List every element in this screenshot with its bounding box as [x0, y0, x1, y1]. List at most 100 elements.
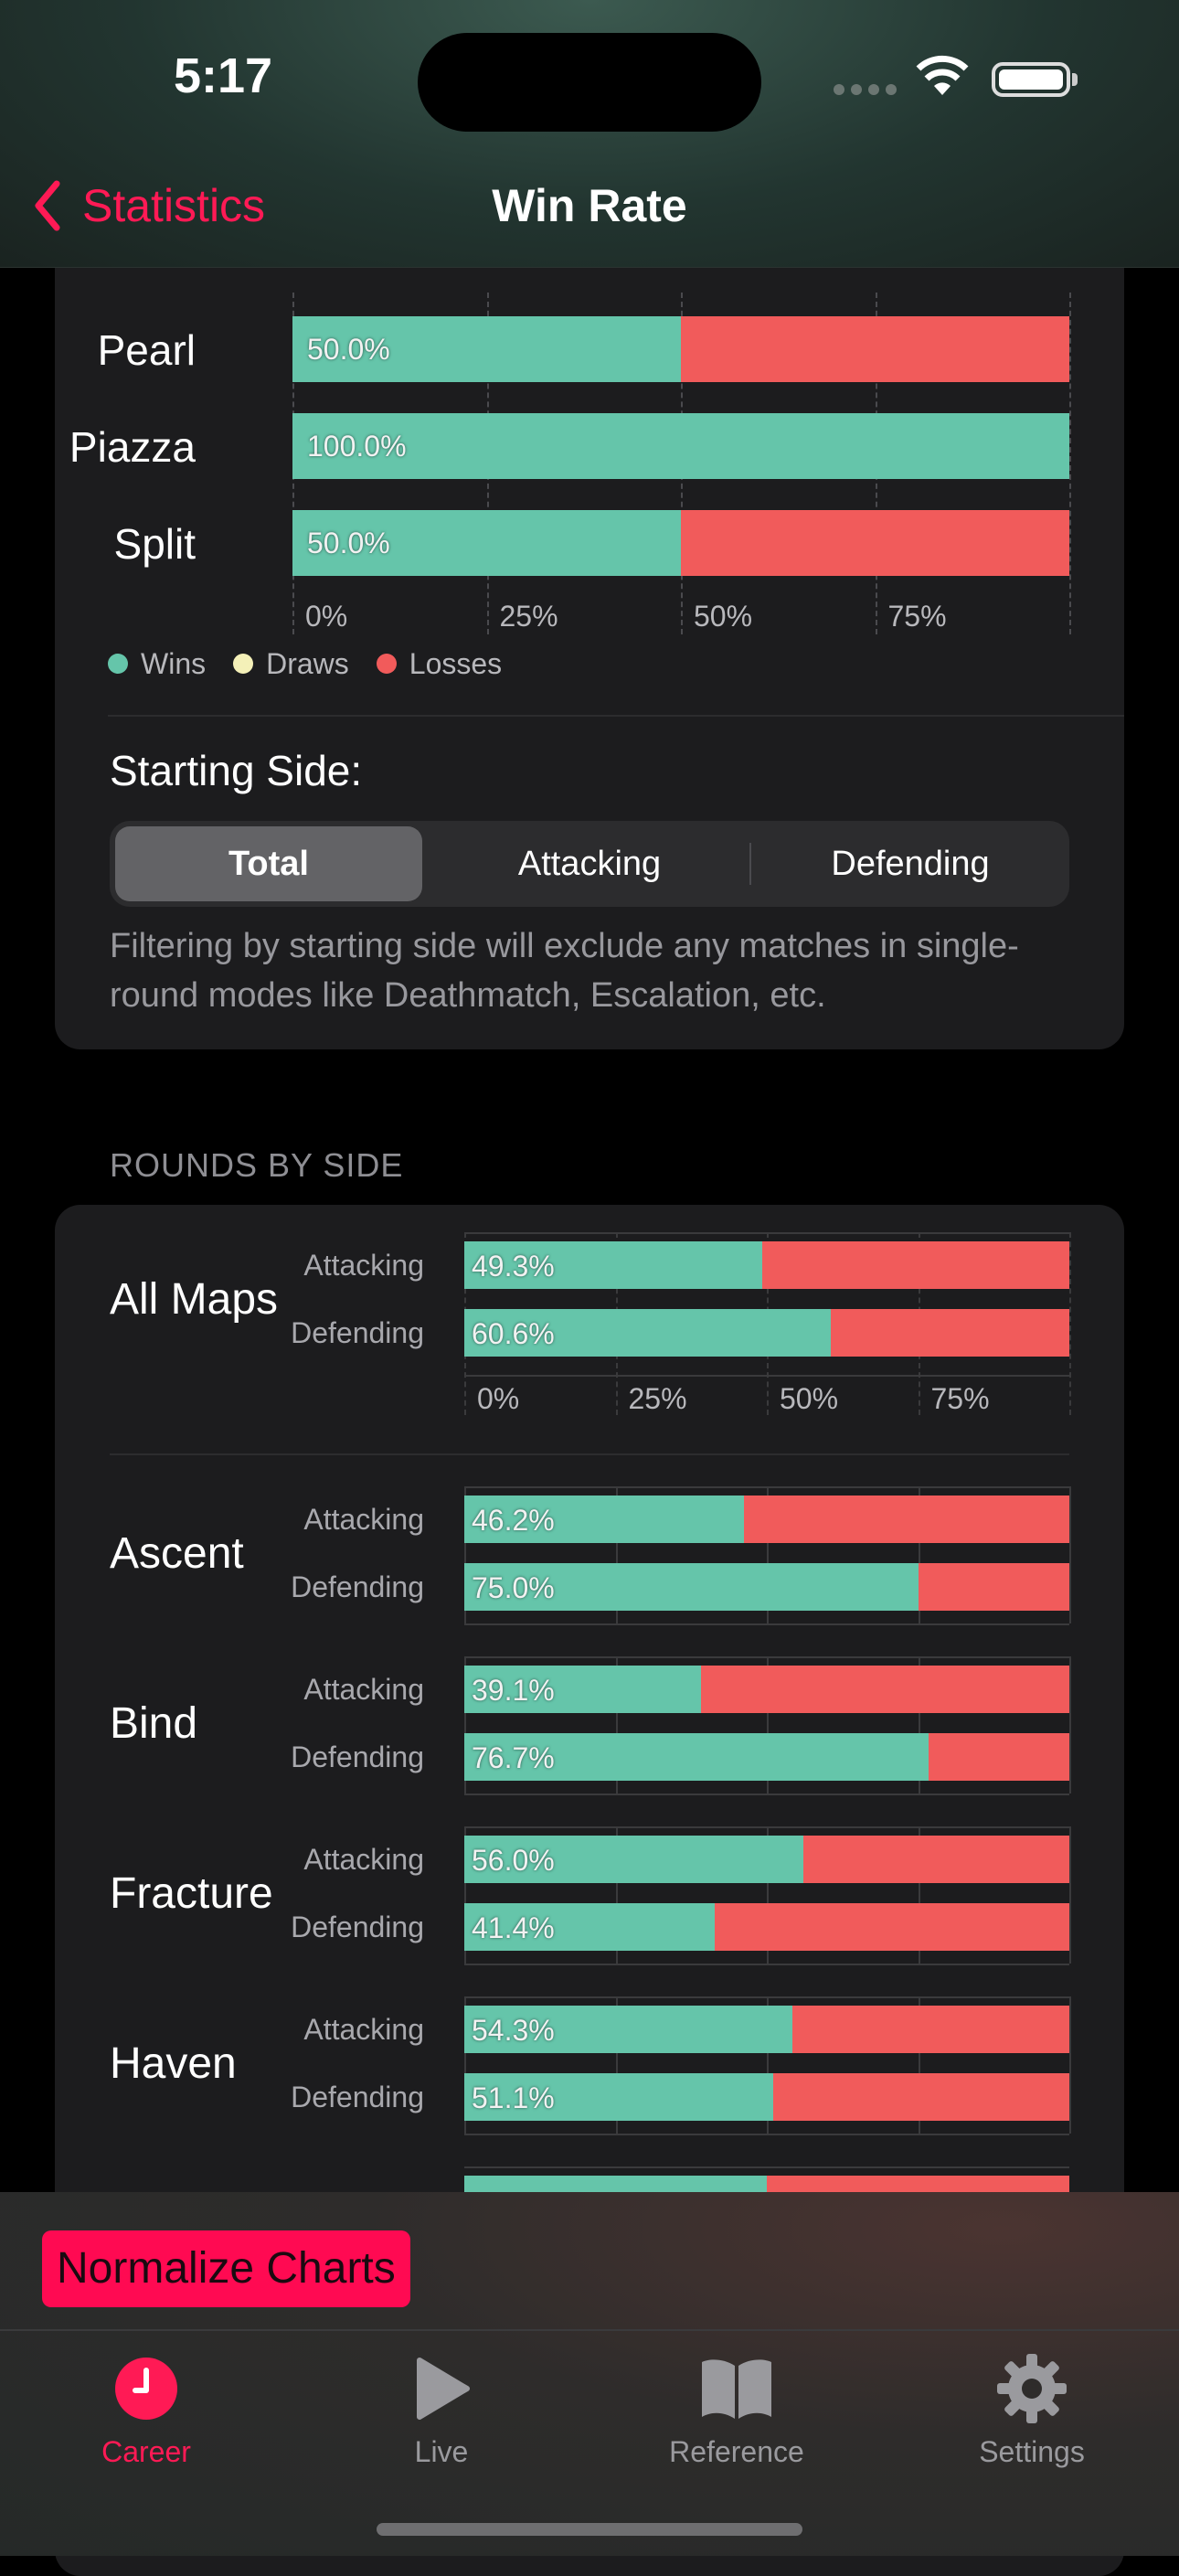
wins-segment: 100.0% [292, 413, 1069, 479]
gridline [1069, 1232, 1071, 1415]
axis-tick-label: 50% [780, 1382, 839, 1415]
attacking-label: Attacking [303, 1503, 424, 1536]
round-win-percent-label: 51.1% [472, 2081, 555, 2114]
defending-label: Defending [291, 1316, 424, 1349]
defending-bar: 51.1% [464, 2073, 1069, 2121]
side-group: Bind Attacking 39.1% Defending 76.7% [55, 1656, 1124, 1803]
axis-tick-label: 0% [305, 600, 348, 633]
defending-bar: 75.0% [464, 1563, 1069, 1611]
battery-icon [992, 62, 1070, 97]
win-rate-bar: 50.0% [292, 510, 1069, 576]
round-win-percent-label: 54.3% [472, 2014, 555, 2047]
chevron-left-icon [35, 180, 60, 231]
losses-segment [762, 1241, 1069, 1289]
wins-segment: 50.0% [292, 316, 681, 382]
losses-segment [700, 1666, 1069, 1713]
legend-item-wins: Wins [108, 647, 206, 681]
group-map-name: Fracture [110, 1869, 273, 1918]
wins-segment: 51.1% [464, 2073, 774, 2121]
losses-segment [928, 1733, 1069, 1781]
divider [110, 1453, 1069, 1455]
side-group: Haven Attacking 54.3% Defending 51.1% [55, 1996, 1124, 2143]
gridline [1069, 1996, 1071, 2134]
group-map-name: Bind [110, 1699, 198, 1748]
win-percent-label: 50.0% [307, 527, 390, 559]
round-win-percent-label: 76.7% [472, 1741, 555, 1774]
axis-tick-label: 25% [499, 600, 558, 633]
losses-segment [802, 1836, 1069, 1883]
axis-tick-label: 75% [887, 600, 947, 633]
map-label: Pearl [97, 326, 196, 374]
tab-reference[interactable]: Reference [618, 2347, 855, 2469]
starting-side-segmented-control[interactable]: Total Attacking Defending [110, 821, 1069, 907]
losses-segment [681, 316, 1069, 382]
losses-segment [715, 1903, 1069, 1951]
navigation-bar: 5:17 Statistics Win Rate [0, 0, 1179, 268]
losses-segment [681, 510, 1069, 576]
gridline [1069, 1826, 1071, 1964]
play-icon [417, 2358, 470, 2420]
round-win-percent-label: 39.1% [472, 1674, 555, 1707]
legend-item-draws: Draws [233, 647, 349, 681]
back-button[interactable]: Statistics [33, 179, 265, 232]
bottom-toolbar: Normalize Charts Career Live Reference S… [0, 2192, 1179, 2556]
chart-legend: Wins Draws Losses [108, 647, 502, 681]
chart-row: Piazza 100.0% [55, 413, 1124, 483]
attacking-bar: 46.2% [464, 1496, 1069, 1543]
round-win-percent-label: 56.0% [472, 1844, 555, 1877]
chart-row: Pearl 50.0% [55, 316, 1124, 386]
wins-segment: 54.3% [464, 2006, 793, 2053]
wins-segment: 50.0% [292, 510, 681, 576]
defending-label: Defending [291, 2081, 424, 2113]
wins-segment: 56.0% [464, 1836, 803, 1883]
axis-tick-label: 50% [694, 600, 753, 633]
group-map-name: Ascent [110, 1529, 244, 1578]
side-group: Fracture Attacking 56.0% Defending 41.4% [55, 1826, 1124, 1973]
axis-tick-label: 25% [628, 1382, 687, 1415]
round-win-percent-label: 41.4% [472, 1911, 555, 1944]
attacking-bar: 49.3% [464, 1241, 1069, 1289]
axis-tick-label: 75% [930, 1382, 990, 1415]
tab-settings[interactable]: Settings [913, 2347, 1151, 2469]
losses-segment [918, 1563, 1069, 1611]
wins-segment: 75.0% [464, 1563, 919, 1611]
axis-tick-label: 0% [477, 1382, 520, 1415]
attacking-label: Attacking [303, 1843, 424, 1876]
normalize-charts-button[interactable]: Normalize Charts [42, 2230, 410, 2307]
dynamic-island [418, 33, 761, 132]
wins-segment: 49.3% [464, 1241, 763, 1289]
wins-segment: 46.2% [464, 1496, 744, 1543]
gridline [1069, 1486, 1071, 1623]
wifi-icon [916, 55, 969, 95]
defending-bar: 41.4% [464, 1903, 1069, 1951]
segment-attacking[interactable]: Attacking [436, 826, 743, 901]
wins-segment: 76.7% [464, 1733, 929, 1781]
back-button-label: Statistics [82, 180, 266, 231]
attacking-bar: 56.0% [464, 1836, 1069, 1883]
attacking-label: Attacking [303, 1249, 424, 1282]
legend-wins-swatch [108, 653, 128, 674]
gear-icon [997, 2354, 1067, 2423]
status-time: 5:17 [174, 48, 273, 103]
losses-segment [773, 2073, 1069, 2121]
home-indicator [377, 2523, 802, 2536]
round-win-percent-label: 60.6% [472, 1317, 555, 1350]
defending-label: Defending [291, 1570, 424, 1603]
book-icon [702, 2359, 771, 2419]
side-group: All Maps Attacking 49.3% Defending 60.6% 0% 25… [55, 1232, 1124, 1424]
tab-career[interactable]: Career [27, 2347, 265, 2469]
segment-total[interactable]: Total [115, 826, 422, 901]
win-rate-bar: 50.0% [292, 316, 1069, 382]
wins-segment: 60.6% [464, 1309, 832, 1357]
segment-defending[interactable]: Defending [757, 826, 1064, 901]
losses-segment [792, 2006, 1069, 2053]
gridline [1069, 1656, 1071, 1794]
round-win-percent-label: 49.3% [472, 1250, 555, 1283]
section-header-rounds-by-side: ROUNDS BY SIDE [110, 1146, 404, 1184]
tab-live[interactable]: Live [323, 2347, 560, 2469]
map-label: Split [113, 520, 196, 568]
group-map-name: All Maps [110, 1275, 279, 1324]
attacking-bar: 54.3% [464, 2006, 1069, 2053]
legend-losses-swatch [376, 653, 397, 674]
win-percent-label: 100.0% [307, 430, 407, 463]
